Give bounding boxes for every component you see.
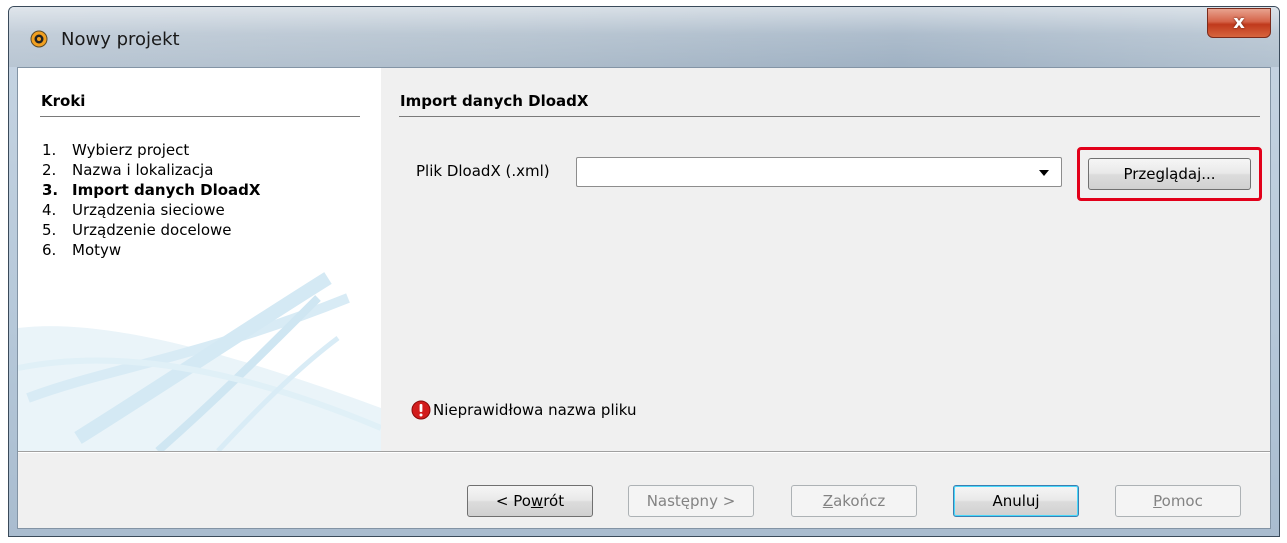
back-button[interactable]: < Powrót	[467, 485, 593, 517]
step-item: 1. Wybierz project	[42, 140, 260, 160]
step-label: Urządzenie docelowe	[72, 221, 232, 239]
steps-panel: Kroki 1. Wybierz project 2. Nazwa i lokali…	[18, 68, 381, 451]
step-item: 5. Urządzenie docelowe	[42, 220, 260, 240]
title-bar[interactable]: Nowy projekt x	[9, 7, 1279, 67]
close-icon: x	[1233, 12, 1245, 33]
step-label: Wybierz project	[72, 141, 190, 159]
finish-button[interactable]: Zakończ	[791, 485, 917, 517]
file-path-combobox[interactable]	[576, 157, 1062, 187]
step-number: 5.	[42, 221, 57, 239]
content-panel: Import danych DloadX Plik DloadX (.xml) …	[381, 68, 1270, 451]
app-gear-icon	[30, 30, 48, 48]
step-number: 3.	[42, 181, 59, 199]
section-divider	[399, 116, 1260, 117]
step-item: 6. Motyw	[42, 240, 260, 260]
step-number: 6.	[42, 241, 57, 259]
step-label: Motyw	[72, 241, 122, 259]
dialog-client-area: Kroki 1. Wybierz project 2. Nazwa i lokali…	[17, 67, 1271, 529]
step-item: 2. Nazwa i lokalizacja	[42, 160, 260, 180]
step-number: 2.	[42, 161, 57, 179]
next-button[interactable]: Następny >	[628, 485, 754, 517]
file-field-label: Plik DloadX (.xml)	[416, 162, 550, 180]
footer-divider	[18, 451, 1270, 453]
section-title: Import danych DloadX	[400, 92, 589, 110]
steps-divider	[40, 116, 360, 117]
dialog-window: Nowy projekt x Kroki 1. Wybierz project 2…	[8, 6, 1280, 537]
step-number: 4.	[42, 201, 57, 219]
cancel-button[interactable]: Anuluj	[953, 485, 1079, 517]
help-button[interactable]: Pomoc	[1115, 485, 1241, 517]
step-label: Nazwa i lokalizacja	[72, 161, 214, 179]
steps-title: Kroki	[41, 92, 86, 110]
error-text: Nieprawidłowa nazwa pliku	[433, 401, 637, 419]
browse-button[interactable]: Przeglądaj...	[1088, 158, 1251, 190]
step-label: Urządzenia sieciowe	[72, 201, 225, 219]
step-label: Import danych DloadX	[72, 181, 261, 199]
close-button[interactable]: x	[1207, 8, 1271, 38]
step-item-current: 3. Import danych DloadX	[42, 180, 260, 200]
step-item: 4. Urządzenia sieciowe	[42, 200, 260, 220]
validation-message: Nieprawidłowa nazwa pliku	[411, 400, 637, 420]
step-number: 1.	[42, 141, 57, 159]
error-icon	[411, 400, 431, 420]
steps-list: 1. Wybierz project 2. Nazwa i lokalizacja …	[42, 140, 260, 260]
window-title: Nowy projekt	[61, 29, 180, 50]
dropdown-arrow-icon[interactable]	[1039, 170, 1049, 176]
